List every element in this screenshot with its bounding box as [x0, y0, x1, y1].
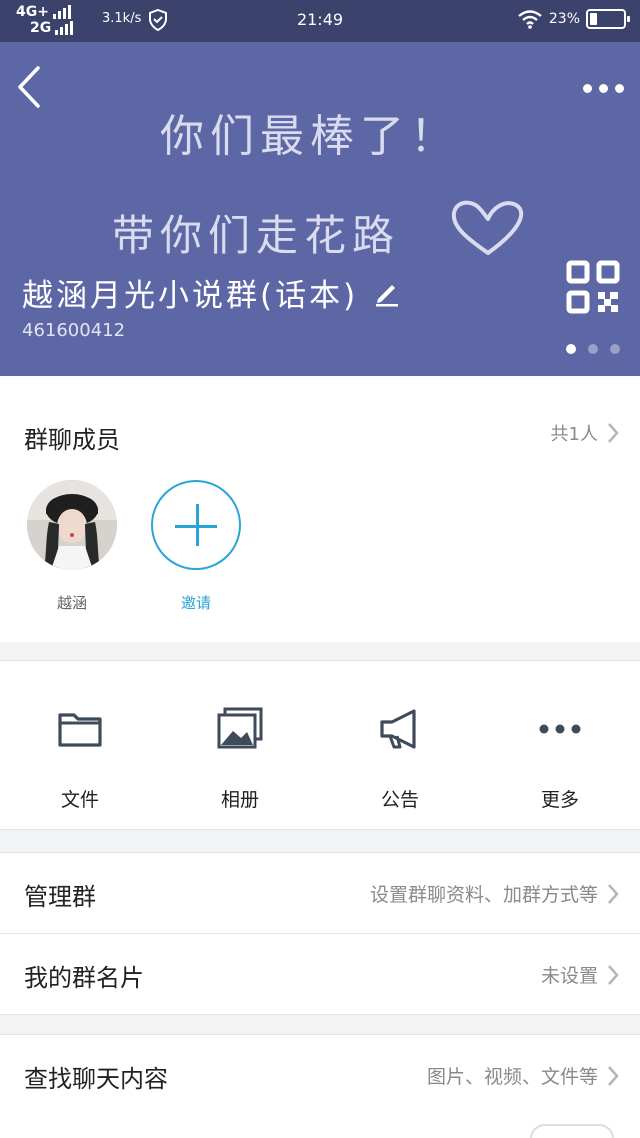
wifi-icon — [518, 10, 542, 29]
group-id: 461600412 — [22, 320, 126, 341]
manage-group-hint: 设置群聊资料、加群方式等 — [369, 884, 598, 906]
files-label: 文件 — [60, 789, 99, 811]
invite-button[interactable]: 邀请 — [150, 480, 242, 613]
heart-icon — [451, 200, 524, 255]
avatar — [27, 480, 117, 570]
folder-icon — [58, 713, 102, 747]
chevron-right-icon — [608, 423, 619, 443]
manage-group-row[interactable]: 管理群 设置群聊资料、加群方式等 — [0, 853, 640, 934]
invite-label: 邀请 — [180, 594, 211, 612]
page-dot — [588, 344, 598, 354]
more-label: 更多 — [540, 789, 579, 811]
qr-code-icon[interactable] — [566, 260, 620, 314]
chevron-right-icon — [608, 964, 619, 985]
members-section: 群聊成员 共1人 越涵 邀请 — [0, 376, 640, 642]
member-name: 越涵 — [56, 594, 87, 612]
edit-icon[interactable] — [372, 279, 400, 307]
announcement-label: 公告 — [380, 789, 419, 811]
search-chat-label: 查找聊天内容 — [24, 1065, 168, 1093]
megaphone-icon — [380, 709, 416, 749]
group-card-row[interactable]: 我的群名片 未设置 — [0, 934, 640, 1015]
more-dots-icon — [539, 724, 581, 734]
page-dot — [566, 344, 576, 354]
settings-group: 管理群 设置群聊资料、加群方式等 我的群名片 未设置 — [0, 852, 640, 1015]
settings-group: 查找聊天内容 图片、视频、文件等 — [0, 1034, 640, 1138]
toggle-switch[interactable] — [530, 1124, 614, 1138]
page-dot — [610, 344, 620, 354]
more-options-button[interactable] — [578, 76, 628, 100]
member-count: 共1人 — [550, 424, 598, 445]
chevron-right-icon — [608, 883, 619, 904]
manage-group-label: 管理群 — [24, 883, 96, 911]
members-title: 群聊成员 — [24, 426, 120, 454]
status-bar: 4G+ 2G 3.1k/s 21:49 23% — [0, 0, 640, 42]
member-count-link[interactable]: 共1人 — [551, 420, 620, 446]
album-icon — [217, 707, 263, 749]
carousel-indicator — [566, 344, 620, 354]
group-header: 你们最棒了！ 带你们走花路 越涵月光小说群(话本) 461600412 — [0, 42, 640, 376]
member-item[interactable]: 越涵 — [26, 480, 118, 613]
add-icon — [151, 480, 241, 570]
battery-icon — [586, 9, 630, 29]
files-button[interactable]: 文件 — [0, 661, 160, 831]
back-button[interactable] — [10, 62, 54, 112]
battery-percent: 23% — [548, 11, 580, 27]
announcement-button[interactable]: 公告 — [320, 661, 480, 831]
battery-fill — [590, 13, 598, 25]
search-chat-hint: 图片、视频、文件等 — [426, 1066, 598, 1088]
quick-actions: 文件 相册 公告 更多 — [0, 660, 640, 830]
group-card-value: 未设置 — [540, 965, 598, 987]
album-button[interactable]: 相册 — [160, 661, 320, 831]
search-chat-row[interactable]: 查找聊天内容 图片、视频、文件等 — [0, 1035, 640, 1116]
more-button[interactable]: 更多 — [480, 661, 640, 831]
chevron-right-icon — [608, 1065, 619, 1086]
banner-text-line-1: 你们最棒了！ — [160, 111, 460, 162]
group-name: 越涵月光小说群(话本) — [22, 278, 359, 314]
group-card-label: 我的群名片 — [24, 964, 144, 992]
banner-text-line-2: 带你们走花路 — [112, 211, 401, 260]
album-label: 相册 — [220, 789, 259, 811]
